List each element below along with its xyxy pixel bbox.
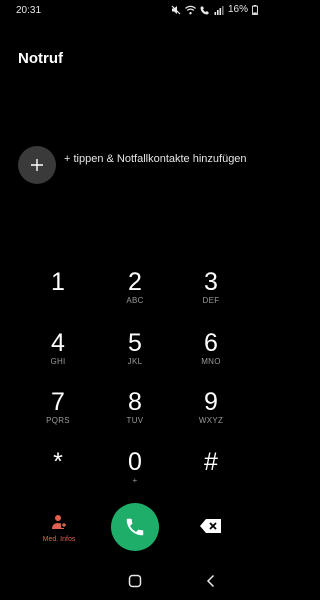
call-button[interactable] — [111, 503, 159, 551]
key-2[interactable]: 2 ABC — [100, 268, 170, 318]
key-letters: DEF — [202, 296, 220, 305]
key-digit: 8 — [128, 388, 142, 416]
home-icon[interactable] — [128, 574, 142, 588]
key-digit: * — [53, 448, 63, 476]
key-letters: TUV — [126, 416, 144, 425]
key-8[interactable]: 8 TUV — [100, 388, 170, 438]
call-signal-icon — [200, 5, 209, 14]
key-digit: 5 — [128, 329, 142, 357]
key-1[interactable]: 1 — [23, 268, 93, 318]
backspace-button[interactable] — [199, 517, 223, 535]
key-letters: GHI — [50, 357, 66, 366]
navigation-bar — [0, 566, 270, 596]
back-icon[interactable] — [205, 574, 217, 588]
add-emergency-contact[interactable]: + tippen & Notfallkontakte hinzufügen — [18, 146, 258, 186]
key-6[interactable]: 6 MNO — [176, 329, 246, 379]
battery-percent: 16% — [227, 4, 248, 15]
key-7[interactable]: 7 PQRS — [23, 388, 93, 438]
key-letters: + — [132, 476, 138, 485]
signal-icon — [214, 5, 224, 15]
key-9[interactable]: 9 WXYZ — [176, 388, 246, 438]
status-icons: 16% — [171, 4, 258, 15]
mute-icon — [171, 5, 181, 14]
add-contact-text: + tippen & Notfallkontakte hinzufügen — [64, 153, 247, 165]
key-3[interactable]: 3 DEF — [176, 268, 246, 318]
key-digit: 9 — [204, 388, 218, 416]
key-digit: 7 — [51, 388, 65, 416]
key-0[interactable]: 0 + — [100, 448, 170, 498]
key-letters: ABC — [126, 296, 144, 305]
medical-info-button[interactable]: Med. Infos — [36, 514, 82, 548]
wifi-icon — [185, 5, 196, 14]
key-hash[interactable]: # — [176, 448, 246, 498]
key-digit: 1 — [51, 268, 65, 296]
status-time: 20:31 — [16, 5, 42, 16]
key-digit: # — [204, 448, 218, 476]
backspace-icon — [200, 519, 221, 533]
status-bar: 20:31 16% — [0, 0, 270, 22]
key-letters: PQRS — [46, 416, 70, 425]
key-digit: 0 — [128, 448, 142, 476]
key-4[interactable]: 4 GHI — [23, 329, 93, 379]
plus-icon — [31, 159, 43, 171]
key-star[interactable]: * — [23, 448, 93, 498]
key-digit: 2 — [128, 268, 142, 296]
add-contact-button[interactable] — [18, 146, 56, 184]
phone-icon — [126, 518, 144, 536]
key-digit: 6 — [204, 329, 218, 357]
medical-person-icon — [52, 515, 67, 529]
medical-info-label: Med. Infos — [42, 536, 76, 543]
battery-icon — [252, 4, 258, 15]
key-digit: 3 — [204, 268, 218, 296]
key-letters: JKL — [127, 357, 143, 366]
key-digit: 4 — [51, 329, 65, 357]
key-5[interactable]: 5 JKL — [100, 329, 170, 379]
key-letters: MNO — [201, 357, 221, 366]
key-letters: WXYZ — [198, 416, 224, 425]
page-title: Notruf — [18, 50, 63, 67]
